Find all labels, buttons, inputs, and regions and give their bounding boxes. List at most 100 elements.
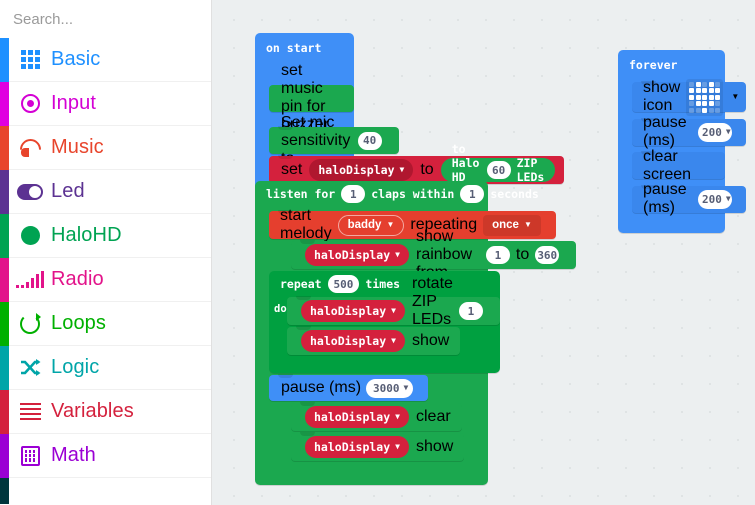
pause-200-a-block[interactable]: pause (ms) 200 ▼ — [632, 114, 747, 149]
mic-sensitivity-value[interactable]: 40 — [357, 131, 382, 150]
category-icon-wrap — [9, 82, 51, 126]
sidebar-item-math[interactable]: Math — [0, 433, 211, 478]
forever-label: forever — [629, 58, 678, 72]
variable-dropdown[interactable]: haloDisplay ▼ — [301, 300, 405, 322]
variable-dropdown[interactable]: haloDisplay ▼ — [305, 406, 409, 428]
chevron-down-icon: ▼ — [386, 220, 395, 229]
set-variable-block[interactable]: set haloDisplay ▼ to to Halo HD with 60 … — [269, 142, 565, 198]
show-rainbow-block[interactable]: haloDisplay ▼ show rainbow from 1 to 360 — [291, 228, 577, 281]
search-input[interactable] — [13, 10, 211, 28]
show-label: show — [416, 438, 454, 455]
set-music-pin-block[interactable]: set music pin for buzzer — [269, 62, 354, 133]
variable-name: haloDisplay — [318, 163, 395, 177]
repeat-mode-dropdown[interactable]: once ▼ — [483, 214, 541, 236]
category-color-strip — [0, 257, 9, 302]
variable-dropdown[interactable]: haloDisplay ▼ — [305, 244, 409, 266]
led-pixel — [702, 101, 708, 106]
listen-mid: claps within — [371, 187, 455, 201]
led-pixel — [715, 101, 721, 106]
variable-dropdown[interactable]: haloDisplay ▼ — [301, 330, 405, 352]
pause-value: 200 — [701, 192, 722, 206]
variable-name: haloDisplay — [310, 304, 387, 318]
sidebar-item-basic[interactable]: Basic — [0, 37, 211, 82]
pause-3000-block[interactable]: pause (ms) 3000 ▼ — [269, 374, 429, 401]
sidebar-item-label: Loops — [51, 312, 106, 334]
sidebar-item-label: Music — [51, 136, 104, 158]
led-pixel — [708, 94, 714, 100]
led-pixel — [689, 107, 695, 113]
makecode-editor: Basic Input Music Led HaloHD Radio Loops Logic V… — [0, 0, 755, 505]
pause-value: 3000 — [373, 381, 400, 395]
rainbow-to-value[interactable]: 360 — [535, 246, 560, 264]
on-start-block[interactable]: on start set music pin for buzzer Set mi… — [255, 33, 565, 202]
sidebar-item-music[interactable]: Music — [0, 125, 211, 170]
category-icon-wrap — [9, 434, 51, 478]
sidebar-item-logic[interactable]: Logic — [0, 345, 211, 390]
sidebar-item-radio[interactable]: Radio — [0, 257, 211, 302]
forever-block[interactable]: forever show icon ▼ pause (ms) 200 ▼ cle… — [618, 50, 747, 233]
chevron-down-icon[interactable]: ▼ — [731, 93, 739, 101]
pause-200-b-block[interactable]: pause (ms) 200 ▼ — [632, 181, 747, 216]
category-color-strip — [0, 37, 9, 82]
chevron-down-icon: ▼ — [395, 412, 400, 421]
chevron-down-icon: ▼ — [391, 336, 396, 345]
pause-value-dropdown[interactable]: 200 ▼ — [698, 122, 733, 142]
repeat-loop-block[interactable]: repeat 500 times do haloDisplay ▼ rotate… — [269, 271, 500, 373]
pause-value-dropdown[interactable]: 200 ▼ — [698, 189, 733, 209]
start-melody-block[interactable]: start melody baddy ▼ repeating once ▼ — [269, 207, 556, 242]
listen-footer — [255, 463, 488, 485]
led-pixel — [708, 107, 714, 113]
chevron-down-icon: ▼ — [403, 383, 409, 392]
sidebar-item-halohd[interactable]: HaloHD — [0, 213, 211, 258]
led-pixel — [689, 81, 695, 87]
variable-dropdown[interactable]: haloDisplay ▼ — [305, 436, 409, 458]
forever-footer — [618, 215, 725, 233]
variable-dropdown[interactable]: haloDisplay ▼ — [309, 159, 414, 181]
sidebar-item-partial[interactable] — [0, 478, 211, 504]
loop-arrow-icon — [20, 312, 41, 334]
melody-dropdown[interactable]: baddy ▼ — [337, 214, 405, 236]
halo-clear-block[interactable]: haloDisplay ▼ clear — [291, 402, 462, 431]
pause-label: pause (ms) — [643, 114, 687, 149]
halo-hd-reporter[interactable]: to Halo HD with 60 ZIP LEDs — [440, 142, 556, 198]
category-color-strip — [0, 125, 9, 170]
sidebar-item-variables[interactable]: Variables — [0, 389, 211, 434]
rotate-amount-value[interactable]: 1 — [458, 302, 483, 320]
pause-value-dropdown[interactable]: 3000 ▼ — [366, 378, 414, 398]
category-color-strip — [0, 478, 9, 504]
category-color-strip — [0, 81, 9, 126]
blocks-canvas[interactable]: on start set music pin for buzzer Set mi… — [212, 0, 755, 505]
sidebar-item-label: Variables — [51, 400, 134, 422]
halo-show-inner-block[interactable]: haloDisplay ▼ show — [287, 326, 461, 355]
led-pixel — [702, 88, 708, 93]
variable-name: haloDisplay — [310, 334, 387, 348]
category-color-strip — [0, 389, 9, 434]
signal-bars-icon — [16, 270, 44, 288]
category-icon-wrap — [9, 390, 51, 434]
heart-icon[interactable] — [686, 78, 724, 116]
halo-show-block[interactable]: haloDisplay ▼ show — [291, 432, 465, 461]
search-row — [0, 0, 211, 38]
category-icon-wrap — [9, 170, 51, 214]
repeat-times-value[interactable]: 500 — [327, 275, 360, 293]
sidebar-item-loops[interactable]: Loops — [0, 301, 211, 346]
seconds-value[interactable]: 1 — [460, 185, 485, 203]
set-mic-sensitivity-block[interactable]: Set mic sensitivity to 40 — [269, 114, 399, 167]
led-pixel — [695, 81, 701, 87]
clear-screen-block[interactable]: clear screen — [632, 148, 725, 183]
rainbow-to-label: to — [515, 246, 530, 263]
lines-icon — [19, 402, 41, 421]
rainbow-from-value[interactable]: 1 — [485, 246, 510, 264]
variable-name: haloDisplay — [314, 248, 391, 262]
listen-for-claps-block[interactable]: listen for 1 claps within 1 seconds star… — [255, 181, 577, 485]
zip-led-count[interactable]: 60 — [486, 161, 511, 179]
led-pixel — [715, 88, 721, 93]
variable-name: haloDisplay — [314, 410, 391, 424]
chevron-down-icon: ▼ — [523, 220, 532, 229]
claps-count[interactable]: 1 — [341, 185, 366, 203]
sidebar-item-input[interactable]: Input — [0, 81, 211, 126]
rotate-zip-leds-block[interactable]: haloDisplay ▼ rotate ZIP LEDs by 1 — [287, 275, 500, 346]
sidebar-item-led[interactable]: Led — [0, 169, 211, 214]
show-icon-block[interactable]: show icon ▼ — [632, 78, 747, 116]
pause-label: pause (ms) — [281, 379, 362, 396]
